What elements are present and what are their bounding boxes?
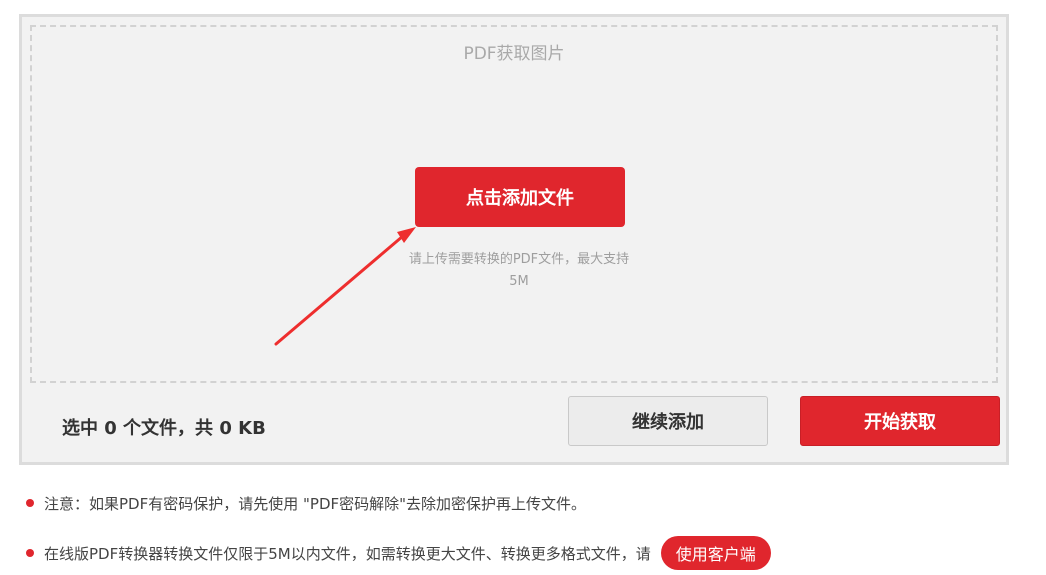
note-size-limit-text: 在线版PDF转换器转换文件仅限于5M以内文件，如需转换更大文件、转换更多格式文件…: [44, 544, 651, 563]
note-size-limit: 在线版PDF转换器转换文件仅限于5M以内文件，如需转换更大文件、转换更多格式文件…: [26, 536, 771, 570]
note-password-text: 注意：如果PDF有密码保护，请先使用 "PDF密码解除"去除加密保护再上传文件。: [44, 494, 587, 513]
pointer-arrow-icon: [274, 227, 416, 346]
use-client-button[interactable]: 使用客户端: [660, 536, 771, 570]
note-password: 注意：如果PDF有密码保护，请先使用 "PDF密码解除"去除加密保护再上传文件。: [26, 491, 586, 515]
bullet-icon: [26, 549, 34, 557]
bullet-icon: [26, 499, 34, 507]
